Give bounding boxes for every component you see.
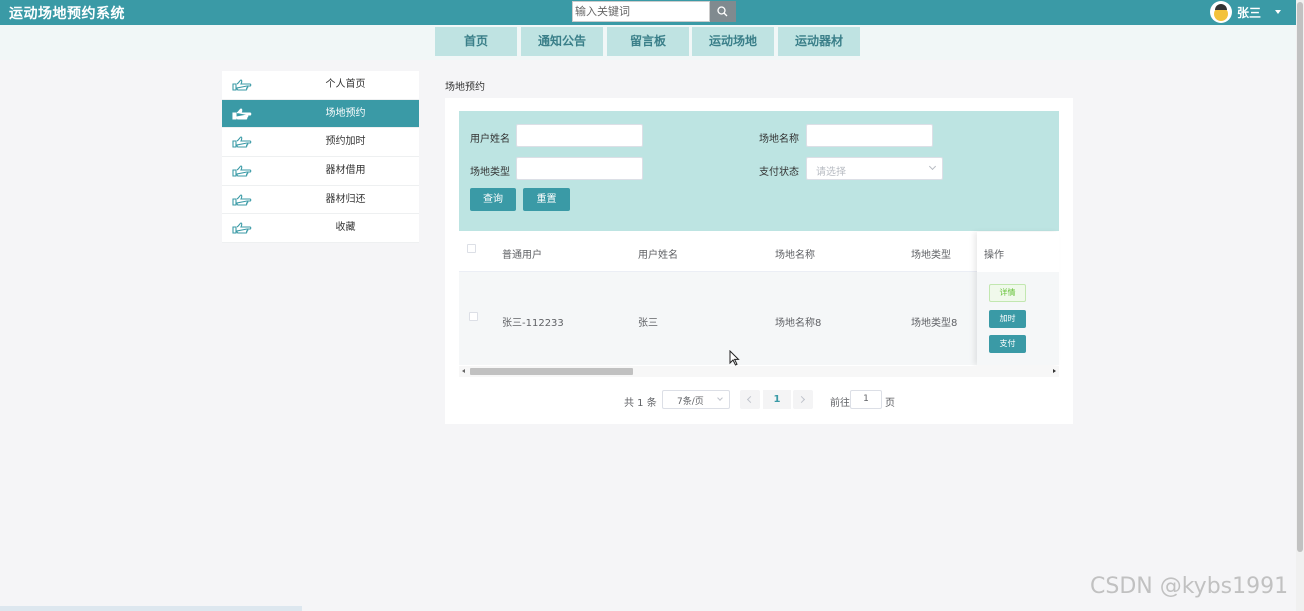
main-nav: 首页 通知公告 留言板 运动场地 运动器材 bbox=[0, 25, 1296, 60]
nav-tab-notices[interactable]: 通知公告 bbox=[521, 27, 603, 56]
search-icon bbox=[717, 6, 728, 17]
sidebar: 个人首页 场地预约 预约加时 器材借用 器材归还 收藏 bbox=[222, 71, 419, 244]
hand-pointer-icon bbox=[232, 136, 252, 148]
hand-pointer-icon bbox=[232, 222, 252, 234]
sidebar-item-profile[interactable]: 个人首页 bbox=[222, 71, 419, 100]
hand-pointer-icon bbox=[232, 194, 252, 206]
select-all-checkbox[interactable] bbox=[467, 244, 476, 253]
row-checkbox[interactable] bbox=[469, 312, 478, 321]
chevron-down-icon bbox=[928, 162, 937, 171]
chevron-down-icon bbox=[717, 395, 723, 401]
pay-status-label: 支付状态 bbox=[759, 167, 799, 178]
next-page-button[interactable] bbox=[793, 390, 813, 409]
sidebar-item-label: 收藏 bbox=[335, 222, 356, 234]
sidebar-item-label: 预约加时 bbox=[325, 136, 366, 148]
nav-tab-home[interactable]: 首页 bbox=[435, 27, 517, 56]
reset-button[interactable]: 重置 bbox=[523, 188, 570, 211]
sidebar-item-label: 个人首页 bbox=[325, 79, 366, 90]
page-size-select[interactable]: 7条/页 bbox=[662, 390, 730, 409]
table-row: 张三-112233 张三 场地名称8 场地类型8 bbox=[459, 272, 1059, 365]
column-header: 场地名称 bbox=[775, 250, 815, 261]
table-header: 普通用户 用户姓名 场地名称 场地类型 bbox=[459, 232, 1059, 272]
column-header: 操作 bbox=[984, 250, 1004, 261]
query-button[interactable]: 查询 bbox=[470, 188, 516, 211]
sidebar-item-equipment-borrow[interactable]: 器材借用 bbox=[222, 157, 419, 186]
user-name-label: 用户姓名 bbox=[470, 134, 510, 145]
pay-status-placeholder: 请选择 bbox=[816, 167, 846, 178]
search-input[interactable] bbox=[572, 1, 710, 22]
hand-pointer-icon bbox=[232, 108, 252, 120]
venue-type-input[interactable] bbox=[516, 157, 643, 180]
mouse-cursor-icon bbox=[729, 350, 740, 366]
scroll-thumb[interactable] bbox=[470, 368, 633, 375]
search-button[interactable] bbox=[710, 1, 736, 22]
table-cell: 张三-112233 bbox=[502, 318, 564, 329]
goto-page-input[interactable]: 1 bbox=[850, 390, 882, 409]
prev-page-button[interactable] bbox=[740, 390, 760, 409]
user-menu[interactable]: 张三 bbox=[1210, 1, 1282, 23]
avatar bbox=[1210, 1, 1232, 23]
table-cell: 场地类型8 bbox=[911, 318, 958, 329]
page-size-value: 7条/页 bbox=[677, 397, 704, 407]
hand-pointer-icon bbox=[232, 165, 252, 177]
column-header: 场地类型 bbox=[911, 250, 951, 261]
bottom-strip bbox=[0, 606, 302, 611]
column-header: 普通用户 bbox=[502, 250, 542, 261]
user-name: 张三 bbox=[1237, 5, 1262, 20]
sidebar-item-label: 器材借用 bbox=[325, 165, 366, 177]
page-number[interactable]: 1 bbox=[763, 390, 791, 409]
sidebar-item-favorites[interactable]: 收藏 bbox=[222, 214, 419, 244]
nav-tab-venues[interactable]: 运动场地 bbox=[692, 27, 774, 56]
pay-status-select[interactable]: 请选择 bbox=[806, 157, 943, 180]
venue-type-label: 场地类型 bbox=[470, 167, 510, 178]
extend-time-button[interactable]: 加时 bbox=[989, 310, 1026, 328]
table-cell: 张三 bbox=[638, 318, 658, 329]
vertical-scrollbar[interactable] bbox=[1296, 0, 1304, 611]
sidebar-item-venue-booking[interactable]: 场地预约 bbox=[222, 99, 419, 129]
horizontal-scrollbar[interactable] bbox=[459, 366, 1059, 377]
sidebar-item-equipment-return[interactable]: 器材归还 bbox=[222, 185, 419, 215]
venue-name-label: 场地名称 bbox=[759, 134, 799, 145]
page-unit-label: 页 bbox=[885, 398, 895, 409]
scroll-left-icon[interactable] bbox=[462, 369, 465, 373]
watermark: CSDN @kybs1991 bbox=[1090, 574, 1289, 599]
goto-label: 前往 bbox=[830, 398, 850, 409]
sidebar-item-label: 场地预约 bbox=[325, 107, 366, 119]
top-header: 运动场地预约系统 张三 bbox=[0, 0, 1296, 25]
column-header: 用户姓名 bbox=[638, 250, 678, 261]
pay-button[interactable]: 支付 bbox=[989, 335, 1026, 353]
table-cell: 场地名称8 bbox=[775, 318, 822, 329]
app-title: 运动场地预约系统 bbox=[9, 6, 125, 22]
sidebar-item-booking-extension[interactable]: 预约加时 bbox=[222, 128, 419, 158]
user-name-input[interactable] bbox=[516, 124, 643, 147]
detail-button[interactable]: 详情 bbox=[989, 284, 1026, 302]
chevron-down-icon bbox=[1275, 10, 1282, 14]
breadcrumb: 场地预约 bbox=[445, 82, 485, 93]
hand-pointer-icon bbox=[232, 79, 252, 91]
sidebar-item-label: 器材归还 bbox=[325, 193, 366, 205]
scroll-right-icon[interactable] bbox=[1053, 369, 1056, 373]
venue-name-input[interactable] bbox=[806, 124, 933, 147]
nav-tab-message-board[interactable]: 留言板 bbox=[607, 27, 689, 56]
nav-tab-equipment[interactable]: 运动器材 bbox=[778, 27, 860, 56]
pagination-total: 共 1 条 bbox=[624, 398, 657, 409]
